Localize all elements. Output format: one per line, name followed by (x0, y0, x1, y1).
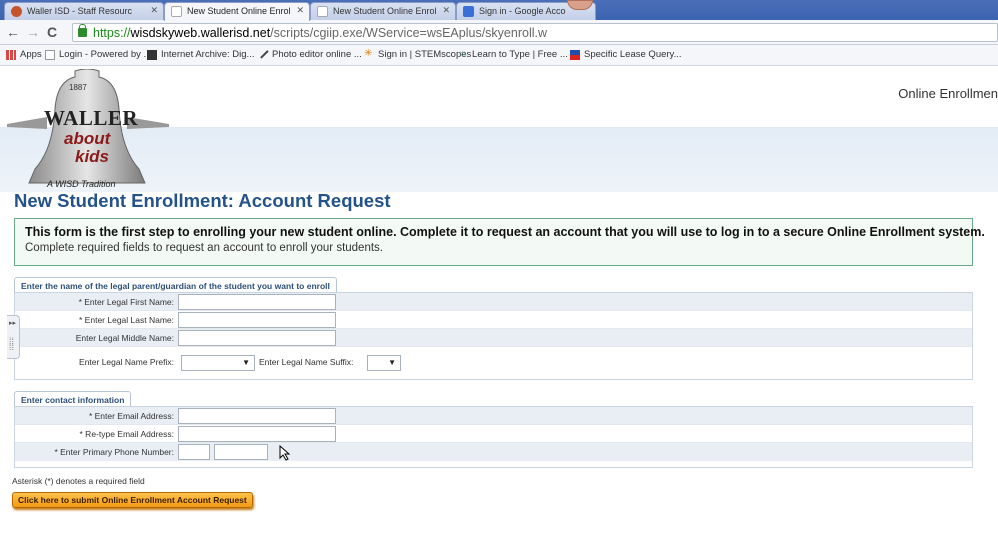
first-name-input[interactable] (178, 294, 336, 310)
side-panel-handle[interactable]: ▸▸ ⁞⁞ ⁞⁞ (7, 315, 20, 359)
expand-arrows-icon: ▸▸ (9, 320, 17, 327)
browser-tab-active[interactable]: New Student Online Enrol ✕ (164, 2, 310, 21)
first-name-row: * Enter Legal First Name: (15, 293, 972, 311)
retype-email-label: * Re-type Email Address: (79, 429, 174, 439)
grip-icon: ⁞⁞ ⁞⁞ (9, 336, 15, 352)
url-protocol: https:// (93, 26, 131, 40)
keyboard-icon: ☼ (458, 48, 468, 59)
prefix-suffix-row: Enter Legal Name Prefix: ▼ Enter Legal N… (15, 347, 972, 380)
logo-name: WALLER (44, 106, 139, 130)
close-tab-icon[interactable]: ✕ (296, 5, 304, 16)
url-path: /scripts/cgiip.exe/WService=wsEAplus/sky… (270, 26, 547, 40)
last-name-input[interactable] (178, 312, 336, 328)
chevron-down-icon: ▼ (388, 358, 396, 367)
prefix-select[interactable]: ▼ (181, 355, 255, 371)
site-favicon-icon (11, 6, 22, 17)
phone-area-code-input[interactable] (178, 444, 210, 460)
reload-icon[interactable]: C (47, 24, 57, 40)
bookmarks-bar: Apps Login - Powered by ... Internet Arc… (0, 45, 998, 66)
close-tab-icon[interactable]: ✕ (150, 5, 158, 16)
phone-row: * Enter Primary Phone Number: (15, 443, 972, 461)
tab-title: Waller ISD - Staff Resourc (27, 6, 133, 16)
tab-title: New Student Online Enrol (187, 6, 291, 16)
intro-subtext: Complete required fields to request an a… (25, 242, 383, 254)
phone-label: * Enter Primary Phone Number: (54, 447, 174, 457)
section-tab-contact: Enter contact information (14, 391, 132, 406)
intro-box: This form is the first step to enrolling… (14, 218, 985, 266)
guardian-section: * Enter Legal First Name: * Enter Legal … (14, 292, 973, 380)
bookmark-internet-archive[interactable]: Internet Archive: Dig... (147, 49, 254, 60)
browser-tab[interactable]: Waller ISD - Staff Resourc ✕ (4, 2, 164, 20)
google-favicon-icon (463, 6, 474, 17)
intro-heading: This form is the first step to enrolling… (25, 225, 985, 239)
suffix-label: Enter Legal Name Suffix: (259, 357, 354, 367)
last-name-row: * Enter Legal Last Name: (15, 311, 972, 329)
address-bar-row: ← → C https://wisdskyweb.wallerisd.net/s… (0, 20, 998, 45)
url-domain: wisdskyweb.wallerisd.net (130, 26, 271, 40)
middle-name-row: Enter Legal Middle Name: (15, 329, 972, 347)
email-label: * Enter Email Address: (88, 411, 174, 421)
section-tab-guardian: Enter the name of the legal parent/guard… (14, 277, 337, 292)
middle-name-label: Enter Legal Middle Name: (75, 333, 174, 343)
submit-account-request-button[interactable]: Click here to submit Online Enrollment A… (12, 492, 253, 508)
bookmark-photo-editor[interactable]: Photo editor online ... (257, 47, 362, 60)
first-name-label: * Enter Legal First Name: (78, 297, 174, 307)
bookmark-lease-query[interactable]: Specific Lease Query... (570, 49, 682, 60)
browser-tab-bar: Waller ISD - Staff Resourc ✕ New Student… (0, 0, 998, 21)
retype-email-row: * Re-type Email Address: (15, 425, 972, 443)
phone-number-input[interactable] (214, 444, 268, 460)
bookmark-learn-to-type[interactable]: ☼ Learn to Type | Free ... (458, 48, 568, 60)
browser-tab[interactable]: New Student Online Enrol ✕ (310, 2, 456, 20)
bookmark-login[interactable]: Login - Powered by ... (45, 49, 151, 60)
page-favicon-icon (171, 6, 182, 17)
mouse-cursor-icon (279, 445, 291, 461)
suffix-select[interactable]: ▼ (367, 355, 401, 371)
apps-grid-icon (6, 50, 16, 60)
middle-name-input[interactable] (178, 330, 336, 346)
star-icon: ✳ (364, 48, 373, 59)
archive-icon (147, 50, 157, 60)
logo-about: about (64, 129, 111, 148)
retype-email-input[interactable] (178, 426, 336, 442)
contact-section: * Enter Email Address: * Re-type Email A… (14, 406, 973, 468)
email-input[interactable] (178, 408, 336, 424)
lock-icon (78, 24, 87, 37)
chevron-down-icon: ▼ (242, 358, 250, 367)
bookmark-stemscopes[interactable]: ✳ Sign in | STEMscopes (364, 48, 471, 60)
page-title: New Student Enrollment: Account Request (14, 190, 391, 211)
email-row: * Enter Email Address: (15, 407, 972, 425)
logo-year: 1887 (69, 83, 87, 92)
prefix-label: Enter Legal Name Prefix: (79, 357, 174, 367)
page-icon (45, 50, 55, 60)
system-title: Online Enrollmen (898, 86, 998, 101)
district-logo: 1887 WALLER about kids A WISD Tradition (7, 69, 169, 191)
logo-tagline: A WISD Tradition (47, 179, 116, 189)
tab-title: New Student Online Enrol (333, 6, 437, 16)
url-field[interactable]: https://wisdskyweb.wallerisd.net/scripts… (72, 23, 998, 42)
close-tab-icon[interactable]: ✕ (442, 5, 450, 16)
tab-title: Sign in - Google Acco (479, 6, 566, 16)
page-content: 1887 WALLER about kids A WISD Tradition … (0, 67, 998, 535)
back-arrow-icon[interactable]: ← (6, 24, 20, 40)
page-favicon-icon (317, 6, 328, 17)
bookmark-apps[interactable]: Apps (6, 49, 42, 60)
pen-icon (257, 47, 269, 59)
last-name-label: * Enter Legal Last Name: (79, 315, 174, 325)
flag-icon (570, 50, 580, 60)
required-field-note: Asterisk (*) denotes a required field (12, 476, 145, 486)
forward-arrow-icon[interactable]: → (26, 24, 40, 40)
logo-kids: kids (75, 147, 110, 166)
